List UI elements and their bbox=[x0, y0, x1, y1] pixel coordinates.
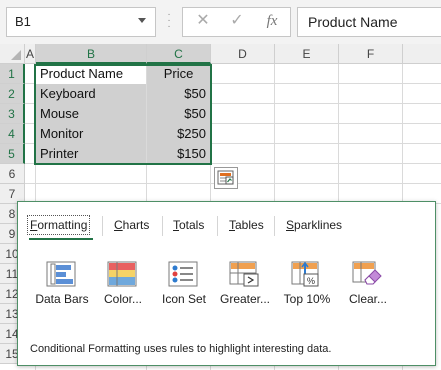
quick-analysis-panel: Formatting Charts Totals Tables Sparklin… bbox=[17, 201, 436, 366]
column-header-b[interactable]: B bbox=[36, 44, 147, 64]
greater-than-label: Greater... bbox=[219, 292, 271, 306]
column-header-e[interactable]: E bbox=[275, 44, 339, 64]
cancel-icon[interactable]: ✕ bbox=[186, 7, 220, 35]
panel-description: Conditional Formatting uses rules to hig… bbox=[30, 343, 332, 355]
tab-divider bbox=[274, 216, 275, 236]
color-scale-label: Color... bbox=[103, 292, 142, 306]
greater-than-button[interactable] bbox=[228, 260, 260, 290]
active-tab-underline bbox=[29, 238, 93, 240]
top-ten-percent-label: Top 10% bbox=[283, 292, 331, 306]
tab-divider bbox=[102, 216, 103, 236]
name-box-value: B1 bbox=[15, 14, 31, 29]
tab-divider bbox=[217, 216, 218, 236]
color-scale-icon bbox=[107, 261, 137, 287]
insert-function-icon[interactable]: fx bbox=[255, 7, 289, 35]
column-header-g[interactable] bbox=[403, 44, 441, 64]
icon-set-label: Icon Set bbox=[161, 292, 207, 306]
row-header-1[interactable]: 1 bbox=[0, 64, 25, 84]
tab-tables[interactable]: Tables bbox=[229, 218, 264, 232]
tab-divider bbox=[162, 216, 163, 236]
clear-format-icon bbox=[352, 261, 382, 285]
svg-text:%: % bbox=[307, 276, 315, 286]
icon-set-icon bbox=[168, 261, 198, 287]
clear-format-label: Clear... bbox=[348, 292, 387, 306]
column-header-f[interactable]: F bbox=[339, 44, 403, 64]
tab-sparklines[interactable]: Sparklines bbox=[286, 218, 342, 232]
formula-input[interactable]: Product Name bbox=[297, 7, 441, 37]
color-scale-button[interactable] bbox=[106, 260, 138, 290]
quick-analysis-button[interactable] bbox=[214, 167, 238, 189]
data-bars-button[interactable] bbox=[45, 260, 77, 290]
data-bars-label: Data Bars bbox=[35, 292, 89, 306]
row-header-5[interactable]: 5 bbox=[0, 144, 25, 164]
enter-icon[interactable]: ✓ bbox=[220, 7, 254, 35]
row-header-4[interactable]: 4 bbox=[0, 124, 25, 144]
tab-totals[interactable]: Totals bbox=[173, 218, 204, 232]
column-header-a[interactable]: A bbox=[25, 44, 36, 64]
select-all-corner[interactable] bbox=[0, 44, 25, 64]
tab-formatting[interactable]: Formatting bbox=[30, 218, 87, 232]
top-ten-percent-button[interactable]: % bbox=[290, 260, 322, 290]
top-ten-percent-icon: % bbox=[291, 261, 319, 287]
row-header-6[interactable]: 6 bbox=[0, 164, 25, 184]
tab-charts[interactable]: Charts bbox=[114, 218, 149, 232]
drag-handle-icon[interactable]: · · · bbox=[166, 10, 172, 32]
data-bars-icon bbox=[46, 261, 76, 287]
row-header-2[interactable]: 2 bbox=[0, 84, 25, 104]
greater-than-icon bbox=[229, 261, 259, 287]
clear-format-button[interactable] bbox=[351, 260, 383, 290]
selection-border bbox=[34, 64, 212, 165]
column-header-c[interactable]: C bbox=[147, 44, 211, 64]
quick-analysis-icon bbox=[217, 170, 234, 185]
row-header-3[interactable]: 3 bbox=[0, 104, 25, 124]
chevron-down-icon[interactable] bbox=[138, 18, 146, 23]
icon-set-button[interactable] bbox=[167, 260, 199, 290]
name-box[interactable]: B1 bbox=[6, 7, 156, 37]
column-header-d[interactable]: D bbox=[211, 44, 275, 64]
